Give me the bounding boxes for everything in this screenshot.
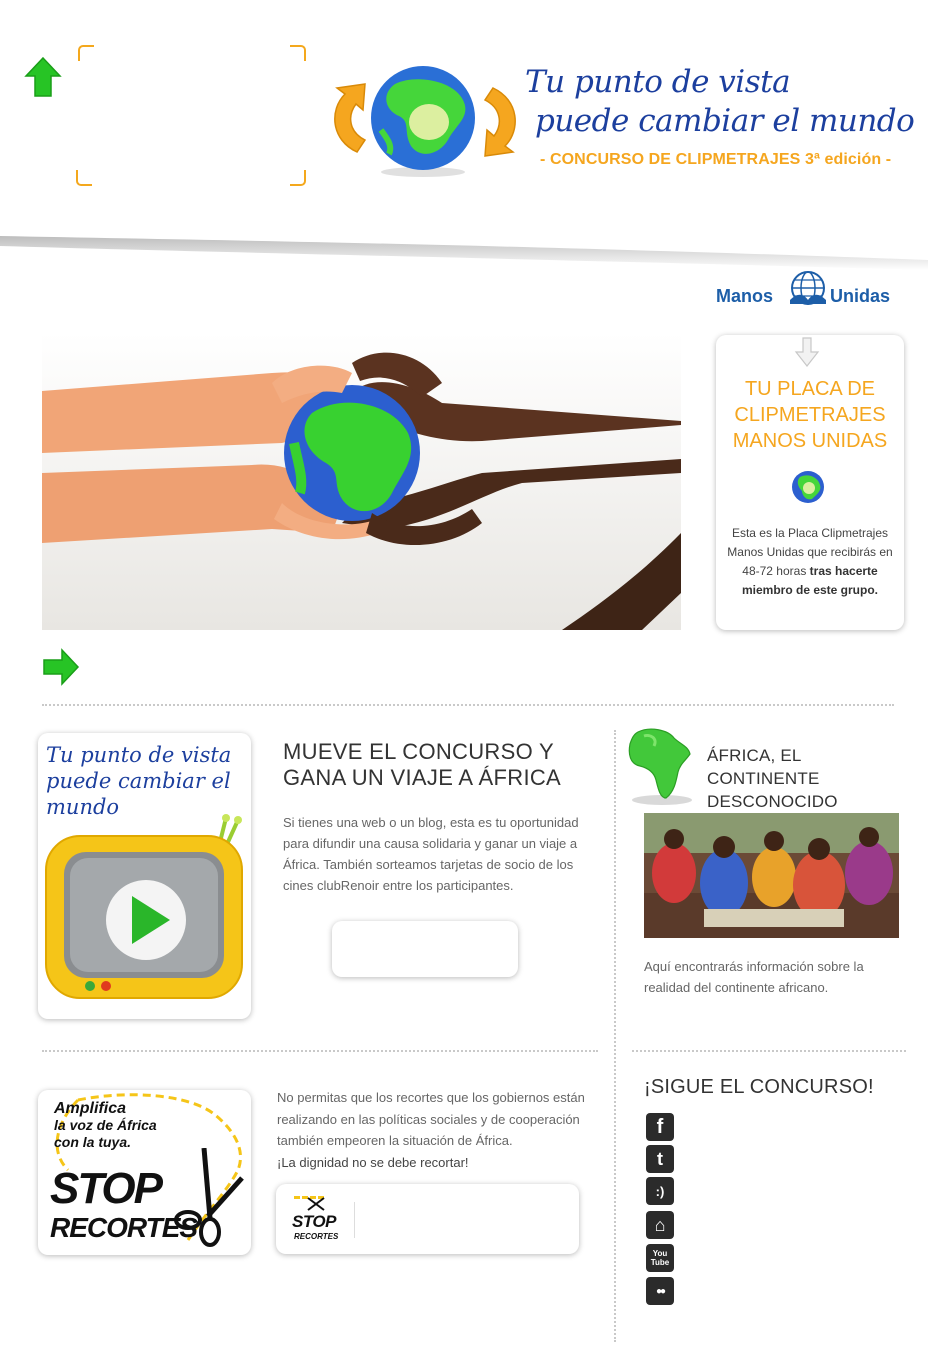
contest-subtitle: - CONCURSO DE CLIPMETRAJES 3ª edición -: [540, 151, 892, 168]
mueve-description: Si tienes una web o un blog, esta es tu …: [283, 815, 579, 893]
header-slogan-line2: puede cambiar el mundo: [535, 103, 915, 139]
stop-banner-line1: Amplifica: [54, 1100, 127, 1117]
widget-divider: [354, 1202, 355, 1238]
down-arrow-icon: [794, 337, 820, 367]
africa-map-icon[interactable]: [624, 726, 696, 806]
manos-unidas-logo-left: Manos: [716, 286, 774, 306]
stop-recortes-banner[interactable]: Amplifica la voz de África con la tuya. …: [38, 1090, 251, 1255]
mini-globe-icon: [792, 471, 824, 503]
stop-recortes-description: No permitas que los recortes que los gob…: [277, 1090, 585, 1148]
column-divider: [614, 730, 616, 1342]
flickr-icon[interactable]: ●●: [646, 1277, 674, 1305]
section-divider: [42, 704, 894, 706]
video-banner-slogan: Tu punto de vista puede cambiar el mundo: [46, 743, 232, 819]
section-divider: [632, 1050, 906, 1052]
next-arrow-icon[interactable]: [42, 648, 80, 686]
social-title: ¡SIGUE EL CONCURSO!: [644, 1076, 874, 1098]
tuenti-icon[interactable]: :): [646, 1177, 674, 1205]
youtube-icon[interactable]: You Tube: [646, 1244, 674, 1272]
stop-recortes-text: No permitas que los recortes que los gob…: [277, 1087, 595, 1173]
stop-recortes-mini-logo: STOP RECORTES: [288, 1196, 348, 1244]
frame-corner: [76, 170, 92, 186]
stop-banner-line3: con la tuya.: [54, 1134, 132, 1150]
placa-title: TU PLACA DE CLIPMETRAJES MANOS UNIDAS: [732, 378, 888, 452]
hero-image-hands-globe: [42, 333, 681, 630]
manos-unidas-globe-icon: [790, 271, 826, 305]
mini-scissors-icon: [307, 1197, 325, 1211]
africa-title: ÁFRICA, EL CONTINENTE DESCONOCIDO: [707, 746, 838, 811]
frame-corner: [290, 170, 306, 186]
header-slogan-line1: Tu punto de vista: [525, 64, 791, 100]
mueve-button[interactable]: [332, 921, 518, 977]
frame-corner: [290, 45, 306, 61]
africa-description: Aquí encontrarás información sobre la re…: [644, 959, 864, 995]
placa-description: Esta es la Placa Clipmetrajes Manos Unid…: [722, 524, 898, 600]
stop-banner-big1: STOP: [50, 1164, 163, 1213]
africa-photo[interactable]: [644, 813, 899, 938]
manos-unidas-logo-right: Unidas: [830, 286, 891, 306]
home-icon[interactable]: ⌂: [646, 1211, 674, 1239]
stop-recortes-slogan: ¡La dignidad no se debe recortar!: [277, 1154, 469, 1170]
frame-corner: [78, 45, 94, 61]
section-divider: [42, 1050, 598, 1052]
tv-play-icon[interactable]: [40, 812, 250, 1008]
stop-mini-big2: RECORTES: [294, 1232, 339, 1241]
header-divider-swoosh: [0, 236, 928, 270]
globe-logo-icon: [334, 66, 516, 177]
twitter-icon[interactable]: t: [646, 1145, 674, 1173]
stop-mini-big1: STOP: [292, 1212, 336, 1231]
mueve-title: MUEVE EL CONCURSO Y GANA UN VIAJE A ÁFRI…: [283, 739, 562, 790]
stop-banner-line2: la voz de África: [54, 1117, 157, 1133]
scroll-up-arrow-icon[interactable]: [24, 56, 62, 98]
scissors-icon: [174, 1148, 244, 1247]
facebook-icon[interactable]: f: [646, 1113, 674, 1141]
